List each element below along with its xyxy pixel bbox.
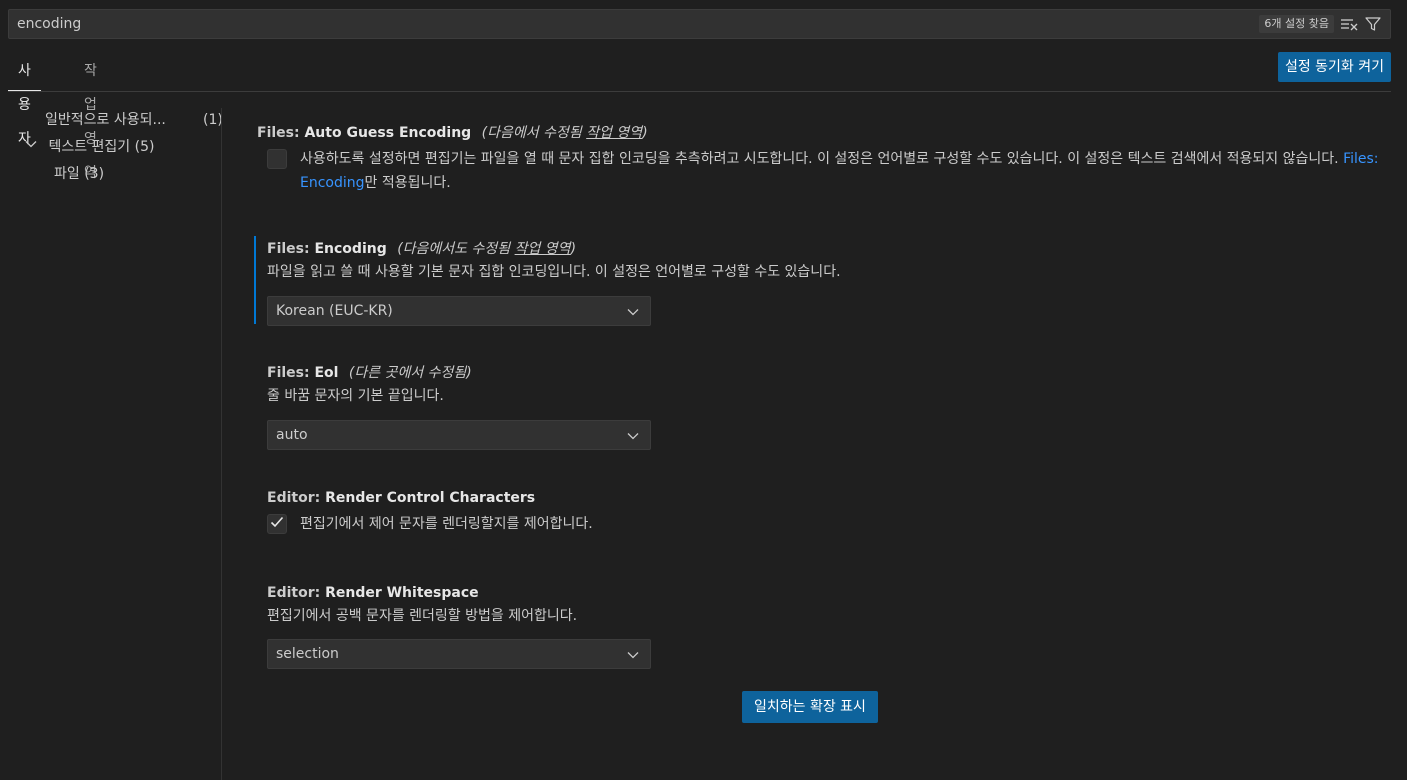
setting-description: 줄 바꿈 문자의 기본 끝입니다. — [267, 388, 444, 404]
chevron-down-icon — [626, 305, 640, 319]
settings-search-box[interactable]: 6개 설정 찾음 — [8, 9, 1391, 39]
clear-filter-icon[interactable] — [1340, 15, 1358, 33]
setting-title: Files: Auto Guess Encoding (다음에서 수정됨 작업 … — [257, 122, 1387, 144]
setting-title: Editor: Render Whitespace — [267, 582, 1387, 604]
tab-user[interactable]: 사용자 — [8, 54, 41, 147]
focus-indicator — [254, 236, 256, 324]
toc-item-label: 텍스트 편집기 — [48, 139, 131, 155]
toc-item-count: (1) — [203, 112, 223, 128]
setting-name: Render Whitespace — [325, 585, 479, 601]
toc-item-count: (5) — [134, 139, 155, 155]
setting-description: 파일을 읽고 쓸 때 사용할 기본 문자 집합 인코딩입니다. 이 설정은 언어… — [267, 264, 841, 280]
result-count-badge: 6개 설정 찾음 — [1259, 15, 1334, 33]
setting-name: Auto Guess Encoding — [304, 125, 472, 141]
modified-suffix: ) — [642, 125, 648, 141]
turn-on-settings-sync-button[interactable]: 설정 동기화 켜기 — [1277, 52, 1391, 82]
select-value: selection — [276, 646, 339, 662]
toc-separator — [221, 108, 222, 780]
setting-name: Eol — [314, 365, 339, 381]
modified-scope-link[interactable]: 작업 영역 — [515, 241, 571, 257]
toc-item-commonly-used[interactable]: 일반적으로 사용되... — [45, 108, 166, 132]
modified-suffix: ) — [570, 241, 577, 257]
modified-prefix: (다음에서 수정됨 — [481, 125, 587, 141]
setting-title: Files: Encoding (다음에서도 수정됨 작업 영역) — [267, 238, 1387, 260]
setting-name: Encoding — [314, 241, 387, 257]
render-control-characters-checkbox[interactable] — [267, 514, 287, 534]
eol-select[interactable]: auto — [267, 420, 651, 450]
setting-files-auto-guess-encoding: Files: Auto Guess Encoding (다음에서 수정됨 작업 … — [257, 122, 1387, 191]
setting-category: Files: — [257, 125, 305, 141]
check-icon — [269, 514, 285, 534]
setting-editor-render-whitespace: Editor: Render Whitespace 편집기에서 공백 문자를 렌… — [257, 582, 1387, 669]
modified-indicator[interactable]: (다른 곳에서 수정됨) — [349, 365, 472, 381]
setting-category: Editor: — [267, 490, 326, 506]
modified-indicator: (다음에서 수정됨 작업 영역) — [482, 125, 648, 141]
select-value: auto — [276, 427, 308, 443]
setting-description: 편집기에서 공백 문자를 렌더링할 방법을 제어합니다. — [267, 608, 578, 624]
toc-item-text-editor[interactable]: 텍스트 편집기 (5) — [24, 135, 154, 159]
auto-guess-encoding-checkbox[interactable] — [267, 149, 287, 169]
chevron-down-icon — [24, 135, 40, 159]
setting-name: Render Control Characters — [325, 490, 536, 506]
tab-workspace[interactable]: 작업 영역 — [74, 54, 107, 181]
setting-editor-render-control-characters: Editor: Render Control Characters 편집기에서 … — [257, 487, 1387, 534]
setting-category: Files: — [267, 241, 315, 257]
encoding-select[interactable]: Korean (EUC-KR) — [267, 296, 651, 326]
description-text-end: 만 적용됩니다. — [364, 175, 451, 191]
toc-item-files[interactable]: 파일 (3) — [54, 162, 104, 186]
setting-files-encoding: Files: Encoding (다음에서도 수정됨 작업 영역) 파일을 읽고… — [254, 236, 1387, 326]
chevron-down-icon — [626, 429, 640, 443]
filter-icon[interactable] — [1364, 15, 1382, 33]
render-whitespace-select[interactable]: selection — [267, 639, 651, 669]
settings-editor: 6개 설정 찾음 사용자 작업 영역 설정 동기화 켜기 일반적으로 사용되..… — [0, 0, 1407, 780]
modified-prefix: (다음에서도 수정됨 — [397, 241, 515, 257]
setting-files-eol: Files: Eol (다른 곳에서 수정됨) 줄 바꿈 문자의 기본 끝입니다… — [257, 362, 1387, 450]
toc-item-label: 일반적으로 사용되... — [45, 112, 166, 128]
chevron-down-icon — [626, 648, 640, 662]
setting-description: 사용하도록 설정하면 편집기는 파일을 열 때 문자 집합 인코딩을 추측하려고… — [300, 147, 1380, 195]
setting-description: 편집기에서 제어 문자를 렌더링할지를 제어합니다. — [300, 516, 593, 532]
search-input[interactable] — [9, 10, 1225, 38]
setting-title: Editor: Render Control Characters — [267, 487, 1387, 509]
description-text: 사용하도록 설정하면 편집기는 파일을 열 때 문자 집합 인코딩을 추측하려고… — [300, 151, 1344, 167]
select-value: Korean (EUC-KR) — [276, 303, 393, 319]
setting-title: Files: Eol (다른 곳에서 수정됨) — [267, 362, 1387, 384]
setting-category: Files: — [267, 365, 315, 381]
setting-category: Editor: — [267, 585, 326, 601]
modified-indicator: (다음에서도 수정됨 작업 영역) — [397, 241, 576, 257]
toc-item-label: 파일 — [54, 166, 80, 182]
tabs-divider — [8, 91, 1391, 92]
modified-scope-link[interactable]: 작업 영역 — [586, 125, 642, 141]
show-matching-extensions-button[interactable]: 일치하는 확장 표시 — [742, 691, 878, 723]
toc-item-count: (3) — [84, 166, 105, 182]
